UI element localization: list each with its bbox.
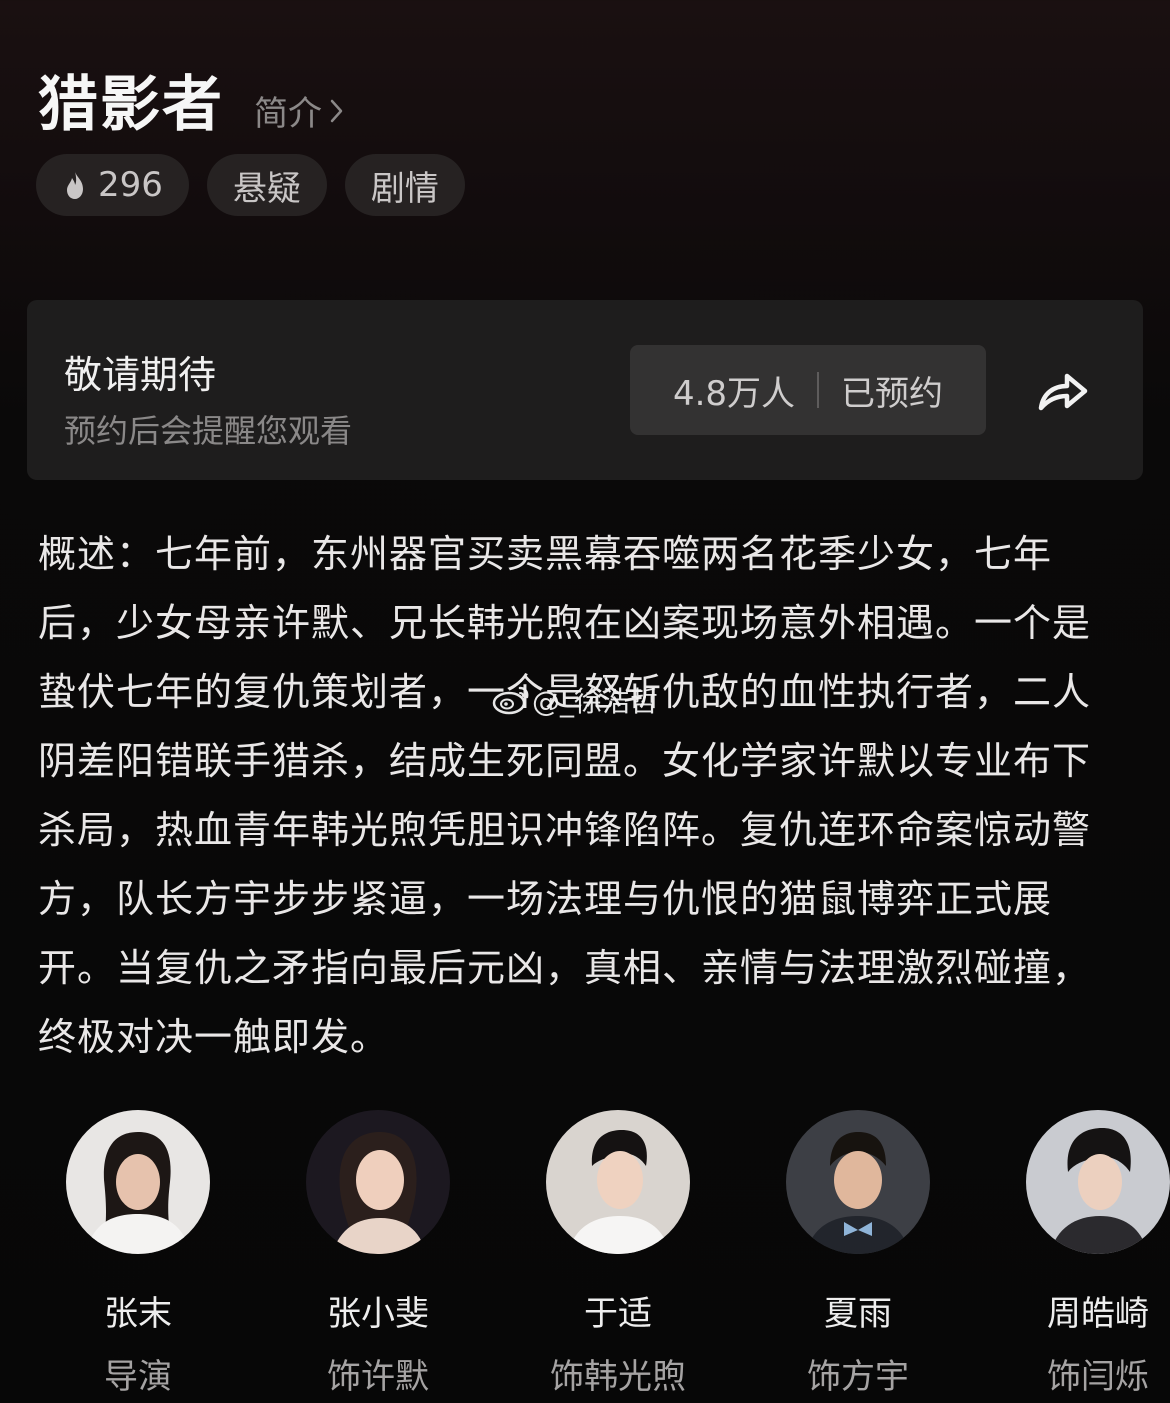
avatar bbox=[786, 1110, 930, 1254]
reserve-button[interactable]: 4.8万人 已预约 bbox=[630, 345, 986, 435]
reservation-status: 已预约 bbox=[841, 373, 944, 414]
cast-name: 张小斐 bbox=[327, 1294, 429, 1334]
cast-role: 饰许默 bbox=[327, 1357, 429, 1397]
reservation-title: 敬请期待 bbox=[64, 353, 217, 397]
divider bbox=[817, 372, 820, 408]
cast-member-actor[interactable]: 夏雨 饰方宇 bbox=[738, 1110, 978, 1398]
reservation-count: 4.8万人 bbox=[672, 373, 796, 414]
weibo-icon bbox=[492, 686, 529, 715]
header: 猎影者 简介 bbox=[38, 56, 346, 143]
cast-member-director[interactable]: 张末 导演 bbox=[18, 1110, 258, 1398]
avatar bbox=[1026, 1110, 1170, 1254]
page-title: 猎影者 bbox=[38, 70, 224, 140]
cast-name: 张末 bbox=[104, 1294, 172, 1334]
cast-role: 导演 bbox=[104, 1357, 172, 1397]
watermark: @_徐浩哲 bbox=[492, 680, 658, 720]
intro-label: 简介 bbox=[254, 94, 322, 134]
tag-list: 296 悬疑 剧情 bbox=[36, 154, 465, 216]
cast-role: 饰闫烁 bbox=[1047, 1357, 1149, 1397]
cast-name: 夏雨 bbox=[824, 1294, 892, 1334]
avatar bbox=[546, 1110, 690, 1254]
intro-link[interactable]: 简介 bbox=[254, 86, 346, 135]
share-arrow-icon[interactable] bbox=[1033, 362, 1093, 418]
cast-member-actor[interactable]: 张小斐 饰许默 bbox=[258, 1110, 498, 1398]
tag-label: 悬疑 bbox=[232, 168, 301, 209]
cast-role: 饰方宇 bbox=[807, 1357, 909, 1397]
cast-name: 周皓崎 bbox=[1047, 1294, 1149, 1334]
chevron-right-icon bbox=[330, 99, 343, 122]
reservation-subtitle: 预约后会提醒您观看 bbox=[64, 412, 353, 450]
reservation-card: 敬请期待 预约后会提醒您观看 4.8万人 已预约 bbox=[27, 300, 1143, 480]
heat-tag[interactable]: 296 bbox=[36, 154, 189, 216]
flame-icon bbox=[67, 171, 83, 199]
genre-tag-suspense[interactable]: 悬疑 bbox=[206, 154, 327, 216]
cast-list: 张末 导演 张小斐 饰许默 于适 饰韩光煦 夏雨 饰方宇 周皓崎 饰闫烁 bbox=[0, 1110, 1170, 1400]
cast-member-actor[interactable]: 周皓崎 饰闫烁 bbox=[978, 1110, 1170, 1398]
heat-count: 296 bbox=[98, 165, 163, 205]
cast-member-actor[interactable]: 于适 饰韩光煦 bbox=[498, 1110, 738, 1398]
tag-label: 剧情 bbox=[370, 168, 439, 209]
synopsis-text: 概述：七年前，东州器官买卖黑幕吞噬两名花季少女，七年后，少女母亲许默、兄长韩光煦… bbox=[38, 532, 1092, 1059]
cast-name: 于适 bbox=[584, 1294, 652, 1334]
genre-tag-drama[interactable]: 剧情 bbox=[344, 154, 465, 216]
watermark-text: @_徐浩哲 bbox=[532, 685, 659, 718]
avatar bbox=[66, 1110, 210, 1254]
cast-role: 饰韩光煦 bbox=[550, 1357, 686, 1397]
avatar bbox=[306, 1110, 450, 1254]
